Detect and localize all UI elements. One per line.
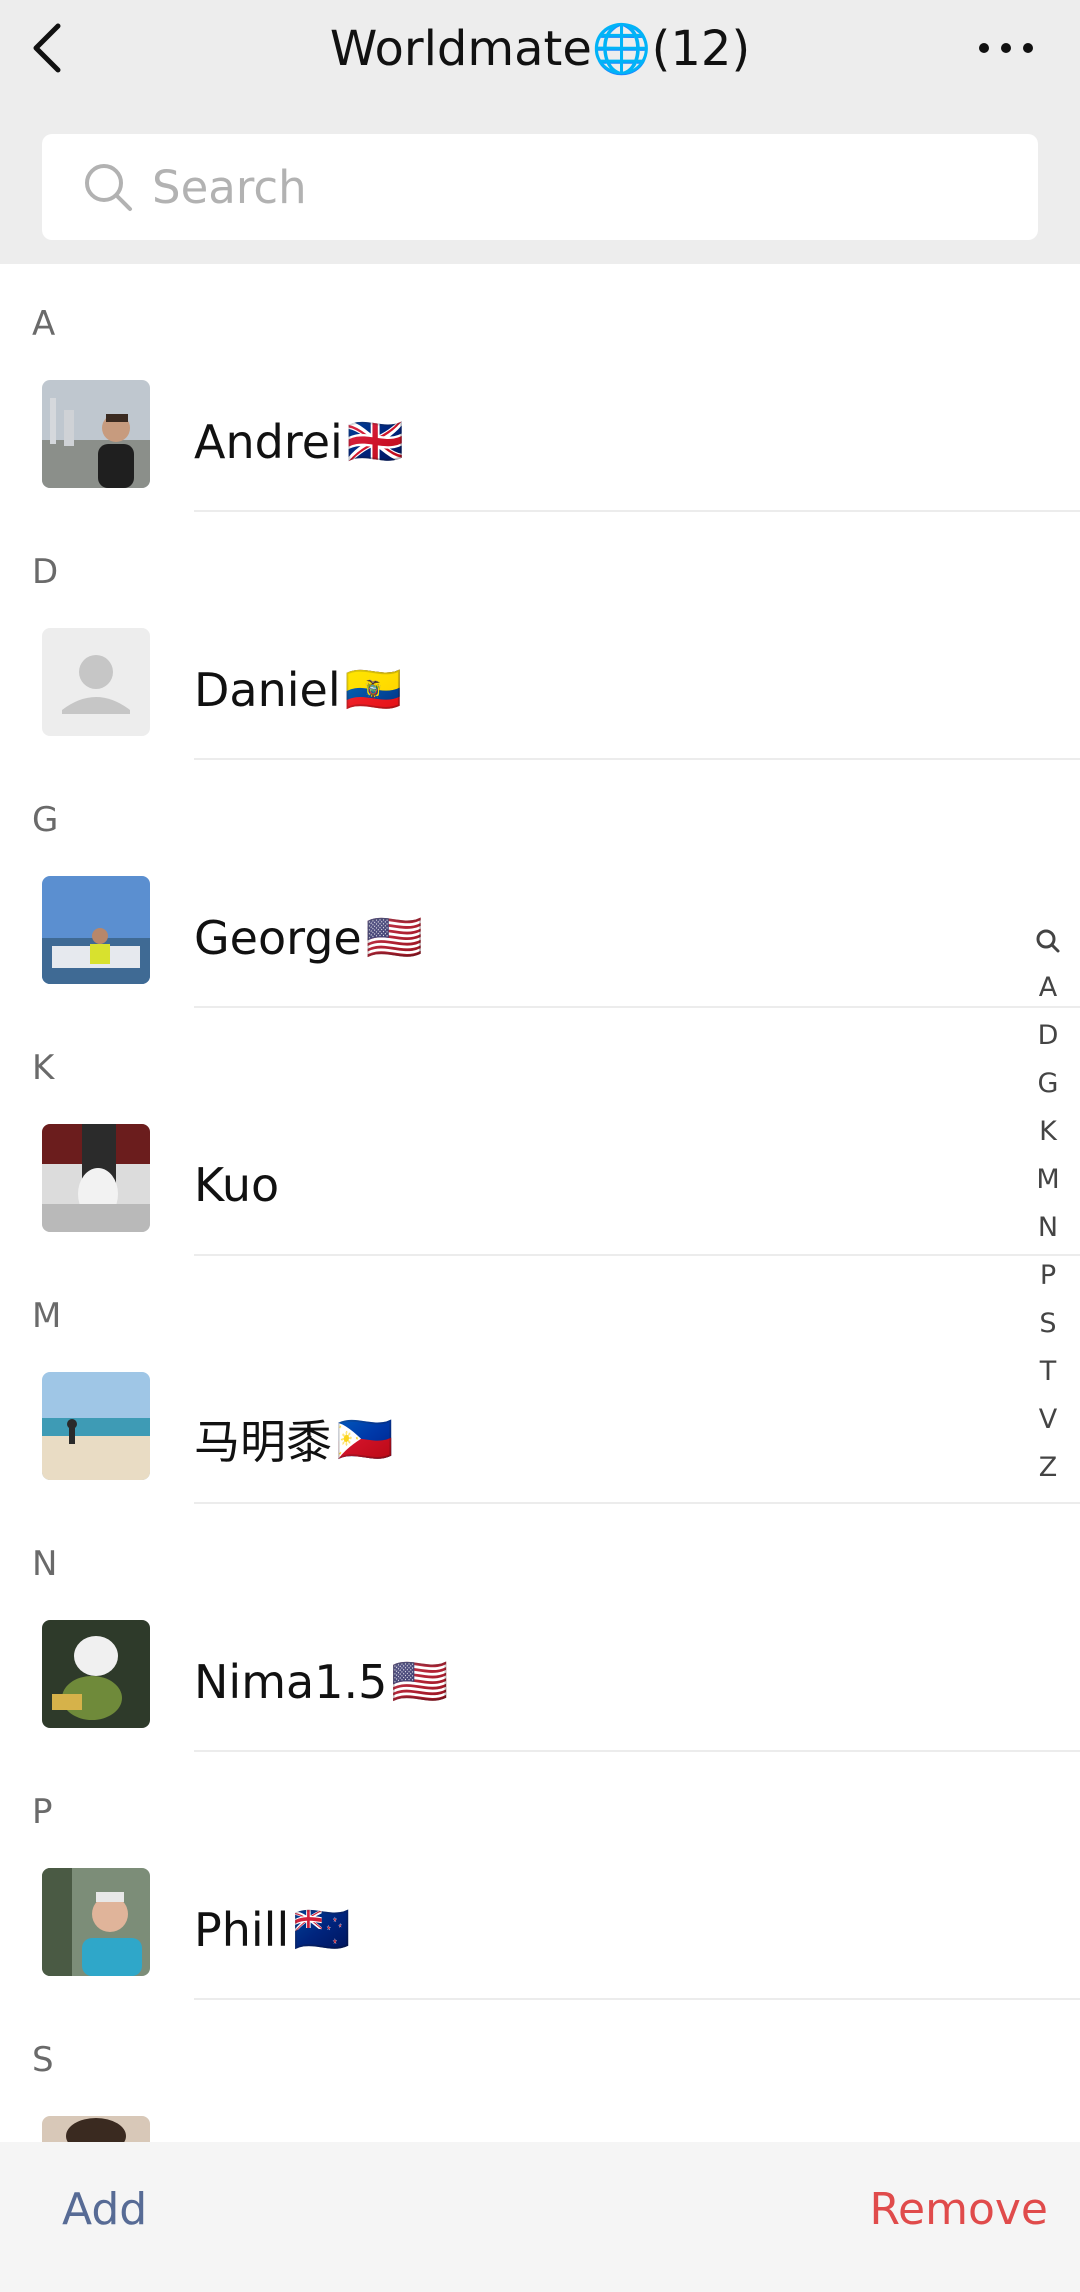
avatar [42, 1868, 150, 1976]
index-letter[interactable]: A [1016, 964, 1080, 1012]
index-letter[interactable]: G [1016, 1060, 1080, 1108]
top-bar: Worldmate🌐(12) Search [0, 0, 1080, 264]
contact-row-nima[interactable]: Nima1.5 🇺🇸 [0, 1504, 1080, 1752]
index-letter[interactable]: T [1016, 1348, 1080, 1396]
contact-name: Kuo [194, 1158, 280, 1212]
remove-button[interactable]: Remove [869, 2184, 1048, 2235]
add-button[interactable]: Add [62, 2184, 147, 2235]
index-letter[interactable]: S [1016, 1300, 1080, 1348]
group-members-screen: Worldmate🌐(12) Search A Andrei 🇬🇧 D Dani… [0, 0, 1080, 2292]
contact-list: A Andrei 🇬🇧 D Daniel 🇪🇨 G George 🇺🇸 K Ku… [0, 264, 1080, 2248]
contact-name: Daniel 🇪🇨 [194, 662, 402, 717]
flag-new-zealand-icon: 🇳🇿 [293, 1902, 351, 1956]
back-button[interactable] [28, 12, 108, 84]
flag-usa-icon: 🇺🇸 [391, 1654, 449, 1708]
index-letter[interactable]: K [1016, 1108, 1080, 1156]
search-icon [82, 159, 138, 215]
contact-name: Andrei 🇬🇧 [194, 414, 405, 469]
default-avatar-icon [42, 628, 150, 736]
avatar [42, 1620, 150, 1728]
index-letter[interactable]: V [1016, 1396, 1080, 1444]
more-button[interactable] [956, 12, 1056, 84]
index-letter[interactable]: N [1016, 1204, 1080, 1252]
contact-row-phill[interactable]: Phill 🇳🇿 [0, 1752, 1080, 2000]
avatar [42, 1372, 150, 1480]
index-search-icon[interactable] [1016, 916, 1080, 964]
search-input[interactable]: Search [42, 134, 1038, 240]
avatar [42, 380, 150, 488]
contact-row-andrei[interactable]: Andrei 🇬🇧 [0, 264, 1080, 512]
alphabet-index-bar[interactable]: A D G K M N P S T V Z [1016, 916, 1080, 1492]
contact-row-george[interactable]: George 🇺🇸 [0, 760, 1080, 1008]
index-letter[interactable]: P [1016, 1252, 1080, 1300]
avatar [42, 1124, 150, 1232]
flag-usa-icon: 🇺🇸 [365, 910, 423, 964]
avatar [42, 876, 150, 984]
search-placeholder: Search [152, 160, 307, 214]
bottom-action-bar: Add Remove [0, 2142, 1080, 2292]
contact-name: 马明黍 🇵🇭 [194, 1411, 394, 1470]
contact-row-ma[interactable]: 马明黍 🇵🇭 [0, 1256, 1080, 1504]
flag-ecuador-icon: 🇪🇨 [344, 662, 402, 716]
contact-name: Nima1.5 🇺🇸 [194, 1654, 449, 1709]
index-letter[interactable]: Z [1016, 1444, 1080, 1492]
index-letter[interactable]: M [1016, 1156, 1080, 1204]
index-letter[interactable]: D [1016, 1012, 1080, 1060]
chevron-left-icon [33, 23, 61, 73]
contact-name: George 🇺🇸 [194, 910, 423, 965]
contact-row-daniel[interactable]: Daniel 🇪🇨 [0, 512, 1080, 760]
contact-row-kuo[interactable]: Kuo [0, 1008, 1080, 1256]
flag-philippines-icon: 🇵🇭 [336, 1411, 394, 1466]
more-dots-icon [979, 43, 1033, 53]
page-title: Worldmate🌐(12) [329, 20, 751, 77]
flag-uk-icon: 🇬🇧 [346, 414, 405, 468]
contact-name: Phill 🇳🇿 [194, 1902, 351, 1957]
